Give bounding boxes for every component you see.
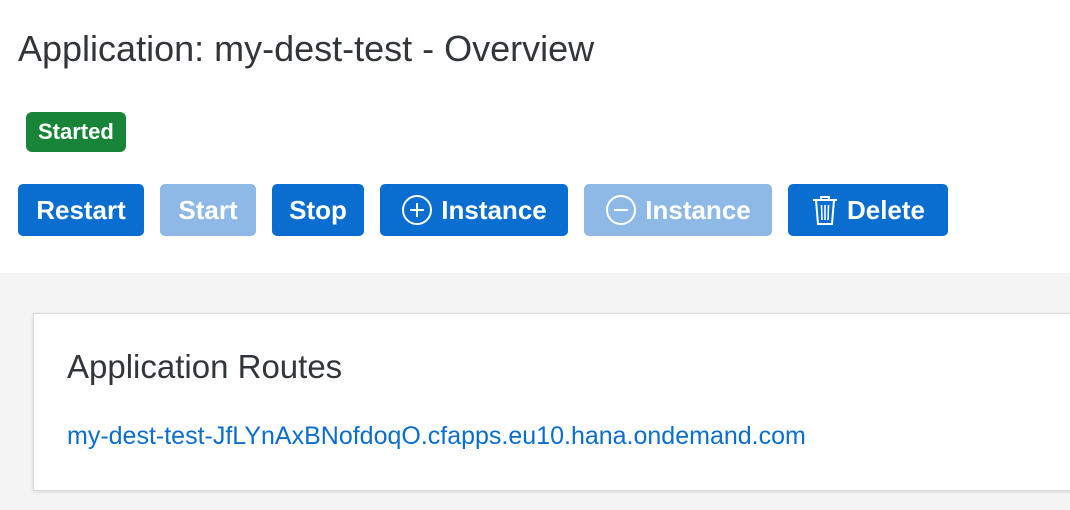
restart-button-label: Restart bbox=[36, 194, 126, 225]
plus-circle-icon bbox=[401, 194, 433, 226]
remove-instance-button-label: Instance bbox=[645, 194, 751, 225]
route-link[interactable]: my-dest-test-JfLYnAxBNofdoqO.cfapps.eu10… bbox=[67, 422, 806, 451]
stop-button-label: Stop bbox=[289, 194, 347, 225]
start-button-label: Start bbox=[178, 194, 238, 225]
add-instance-button[interactable]: Instance bbox=[380, 184, 568, 236]
card-title: Application Routes bbox=[67, 348, 343, 385]
trash-icon bbox=[811, 194, 839, 226]
minus-circle-icon bbox=[605, 194, 637, 226]
remove-instance-button[interactable]: Instance bbox=[584, 184, 772, 236]
page-title: Application: my-dest-test - Overview bbox=[18, 28, 595, 69]
status-badge: Started bbox=[26, 112, 126, 152]
delete-button[interactable]: Delete bbox=[788, 184, 948, 236]
stop-button[interactable]: Stop bbox=[272, 184, 364, 236]
restart-button[interactable]: Restart bbox=[18, 184, 144, 236]
application-routes-card: Application Routes my-dest-test-JfLYnAxB… bbox=[33, 313, 1070, 491]
add-instance-button-label: Instance bbox=[441, 194, 547, 225]
start-button[interactable]: Start bbox=[160, 184, 256, 236]
delete-button-label: Delete bbox=[846, 194, 926, 225]
